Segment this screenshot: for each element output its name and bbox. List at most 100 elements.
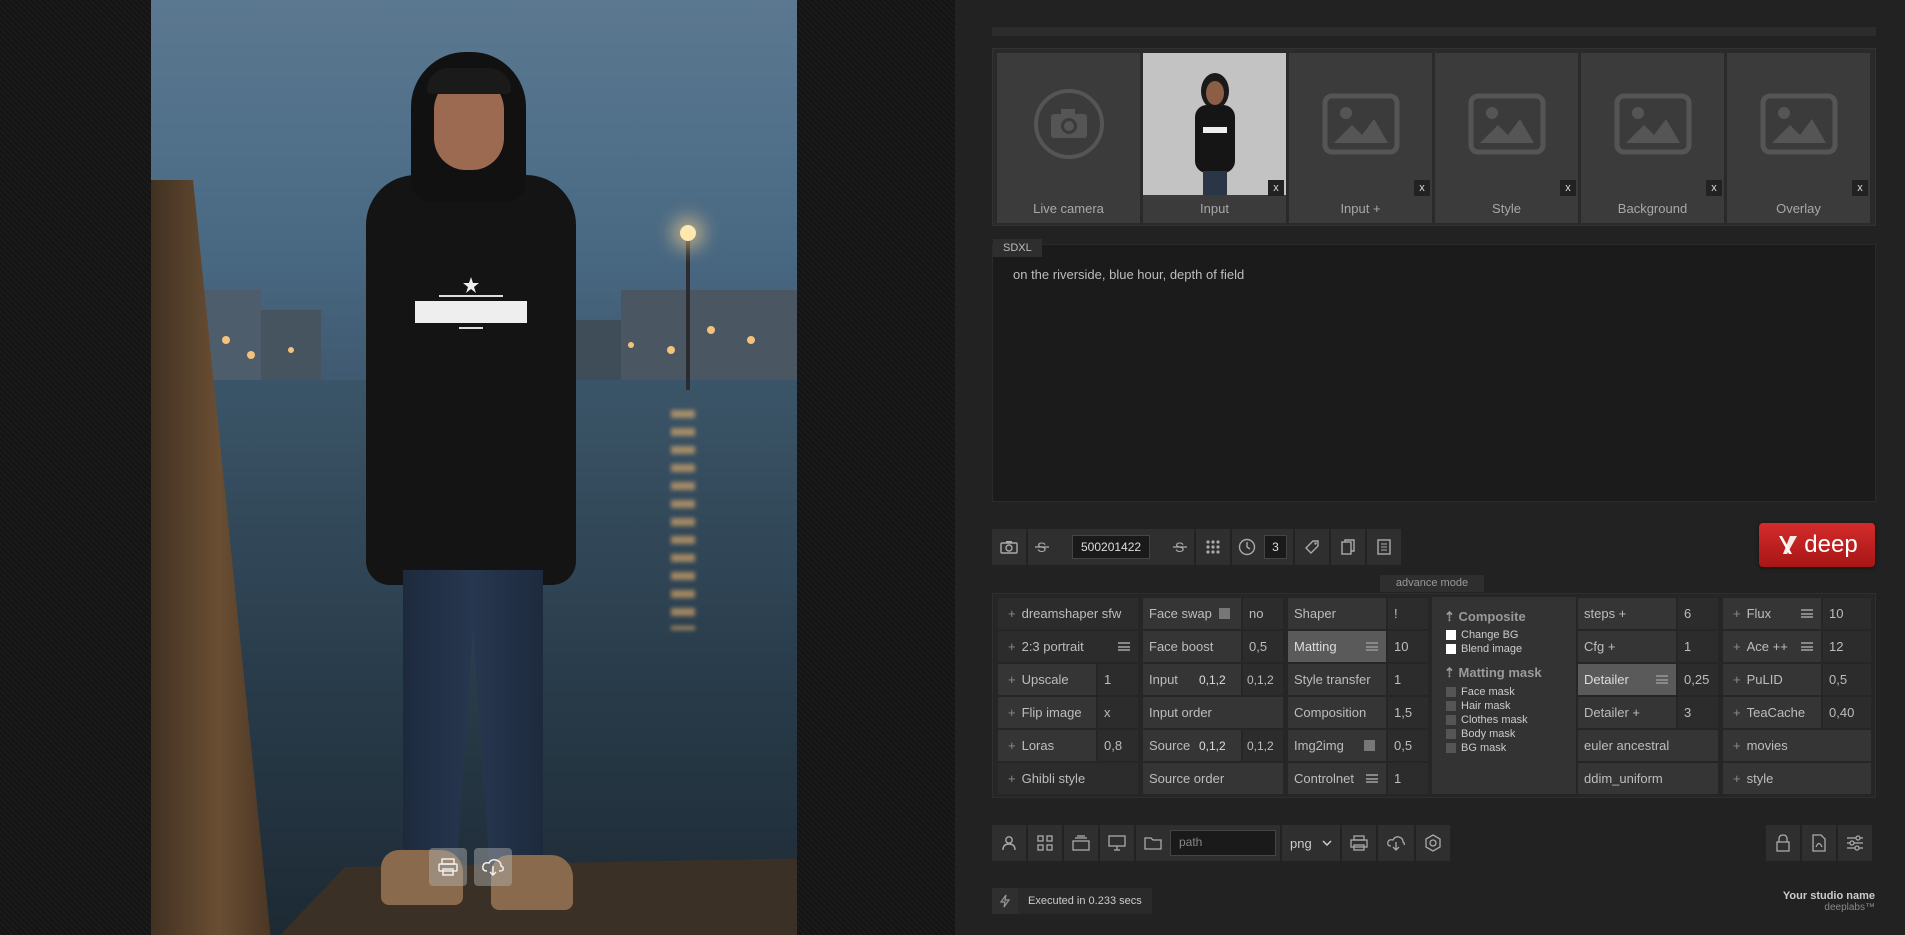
remove-overlay-button[interactable]: x [1852, 180, 1868, 196]
checkbox[interactable] [1446, 715, 1456, 725]
pulid-value[interactable]: 0,5 [1823, 664, 1871, 695]
document-button[interactable] [1366, 529, 1401, 565]
flip-toggle[interactable]: + Flip image [998, 697, 1096, 728]
bg-mask-option[interactable]: BG mask [1446, 742, 1506, 754]
flux-toggle[interactable]: + Flux [1723, 598, 1821, 629]
shaper-value[interactable]: ! [1388, 598, 1428, 629]
face-boost-toggle[interactable]: Face boost [1143, 631, 1241, 662]
checkbox[interactable] [1446, 701, 1456, 711]
face-mask-option[interactable]: Face mask [1446, 686, 1515, 698]
remove-style-button[interactable]: x [1560, 180, 1576, 196]
face-swap-checkbox[interactable] [1219, 608, 1230, 619]
style-transfer-value[interactable]: 1 [1388, 664, 1428, 695]
flip-value[interactable]: x [1098, 697, 1138, 728]
scheduler-select[interactable]: ddim_uniform [1578, 763, 1718, 794]
upscale-value[interactable]: 1 [1098, 664, 1138, 695]
checkbox[interactable] [1446, 687, 1456, 697]
change-bg-option[interactable]: Change BG [1446, 629, 1518, 641]
matting-mask-header[interactable]: ⇡ Matting mask [1444, 665, 1542, 681]
ace-toggle[interactable]: + Ace ++ [1723, 631, 1821, 662]
layers-button[interactable] [1064, 825, 1098, 861]
body-mask-option[interactable]: Body mask [1446, 728, 1515, 740]
format-select[interactable]: png [1282, 825, 1340, 861]
detailer-value[interactable]: 0,25 [1678, 664, 1718, 695]
blend-image-option[interactable]: Blend image [1446, 643, 1522, 655]
detailer-plus-toggle[interactable]: Detailer + [1578, 697, 1676, 728]
face-swap-value[interactable]: no [1243, 598, 1283, 629]
shaper-toggle[interactable]: Shaper [1288, 598, 1386, 629]
menu-icon[interactable] [1801, 609, 1813, 618]
prompt-area[interactable]: SDXL on the riverside, blue hour, depth … [992, 239, 1876, 502]
composition-toggle[interactable]: Composition [1288, 697, 1386, 728]
deep-generate-button[interactable]: deep [1759, 523, 1875, 567]
img2img-checkbox[interactable] [1364, 740, 1375, 751]
gallery-grid-button[interactable] [1028, 825, 1062, 861]
cloud-download-photo-button[interactable] [474, 848, 512, 886]
aspect-select[interactable]: +2:3 portrait [998, 631, 1138, 662]
print-button[interactable] [1341, 825, 1376, 861]
composition-value[interactable]: 1,5 [1388, 697, 1428, 728]
remove-background-button[interactable]: x [1706, 180, 1722, 196]
input-value-2[interactable]: 0,1,2 [1243, 664, 1283, 695]
source-order-setting[interactable]: Source order [1143, 763, 1283, 794]
steps-toggle[interactable]: steps + [1578, 598, 1676, 629]
img2img-toggle[interactable]: Img2img [1288, 730, 1386, 761]
teacache-value[interactable]: 0,40 [1823, 697, 1871, 728]
menu-icon[interactable] [1801, 642, 1813, 651]
slot-style[interactable]: x Style [1435, 53, 1578, 223]
model-select[interactable]: + dreamshaper sfw [998, 598, 1138, 629]
slot-background[interactable]: x Background [1581, 53, 1724, 223]
style-toggle[interactable]: + style [1723, 763, 1871, 794]
upscale-toggle[interactable]: + Upscale [998, 664, 1096, 695]
composite-header[interactable]: ⇡ Composite [1444, 609, 1526, 625]
source-value-2[interactable]: 0,1,2 [1243, 730, 1283, 761]
clothes-mask-option[interactable]: Clothes mask [1446, 714, 1528, 726]
loras-value[interactable]: 0,8 [1098, 730, 1138, 761]
cfg-toggle[interactable]: Cfg + [1578, 631, 1676, 662]
detailer-plus-value[interactable]: 3 [1678, 697, 1718, 728]
pdf-button[interactable] [1802, 825, 1836, 861]
menu-icon[interactable] [1118, 642, 1130, 651]
face-swap-toggle[interactable]: Face swap [1143, 598, 1241, 629]
ace-value[interactable]: 12 [1823, 631, 1871, 662]
slot-input-plus[interactable]: x Input + [1289, 53, 1432, 223]
capture-button[interactable] [992, 529, 1026, 565]
img2img-value[interactable]: 0,5 [1388, 730, 1428, 761]
person-button[interactable] [992, 825, 1026, 861]
steps-value[interactable]: 6 [1678, 598, 1718, 629]
remove-input-plus-button[interactable]: x [1414, 180, 1430, 196]
hair-mask-option[interactable]: Hair mask [1446, 700, 1511, 712]
flux-value[interactable]: 10 [1823, 598, 1871, 629]
menu-icon[interactable] [1656, 675, 1668, 684]
menu-icon[interactable] [1366, 642, 1378, 651]
loras-toggle[interactable]: + Loras [998, 730, 1096, 761]
cfg-value[interactable]: 1 [1678, 631, 1718, 662]
remove-input-button[interactable]: x [1268, 180, 1284, 196]
seed-input[interactable]: 500201422 [1072, 535, 1151, 559]
teacache-toggle[interactable]: + TeaCache [1723, 697, 1821, 728]
slot-input[interactable]: x Input [1143, 53, 1286, 223]
strikethrough-s-icon[interactable]: S [1172, 539, 1188, 555]
path-input[interactable]: path [1170, 830, 1276, 856]
detailer-toggle[interactable]: Detailer [1578, 664, 1676, 695]
movies-toggle[interactable]: + movies [1723, 730, 1871, 761]
sampler-select[interactable]: euler ancestral [1578, 730, 1718, 761]
tag-button[interactable] [1294, 529, 1329, 565]
pulid-toggle[interactable]: + PuLID [1723, 664, 1821, 695]
cloud-button[interactable] [1377, 825, 1414, 861]
slot-overlay[interactable]: x Overlay [1727, 53, 1870, 223]
advance-mode-tab[interactable]: advance mode [1380, 575, 1484, 592]
style-transfer-toggle[interactable]: Style transfer [1288, 664, 1386, 695]
sliders-button[interactable] [1838, 825, 1872, 861]
batch-count-input[interactable]: 3 [1264, 535, 1287, 559]
lightning-button[interactable] [992, 888, 1018, 914]
strikethrough-s-icon[interactable]: S [1034, 539, 1050, 555]
source-setting[interactable]: Source 0,1,2 [1143, 730, 1241, 761]
controlnet-value[interactable]: 1 [1388, 763, 1428, 794]
settings-hex-button[interactable] [1415, 825, 1450, 861]
lock-button[interactable] [1766, 825, 1800, 861]
model-tag[interactable]: SDXL [993, 239, 1042, 257]
checkbox[interactable] [1446, 644, 1456, 654]
checkbox[interactable] [1446, 743, 1456, 753]
menu-icon[interactable] [1366, 774, 1378, 783]
